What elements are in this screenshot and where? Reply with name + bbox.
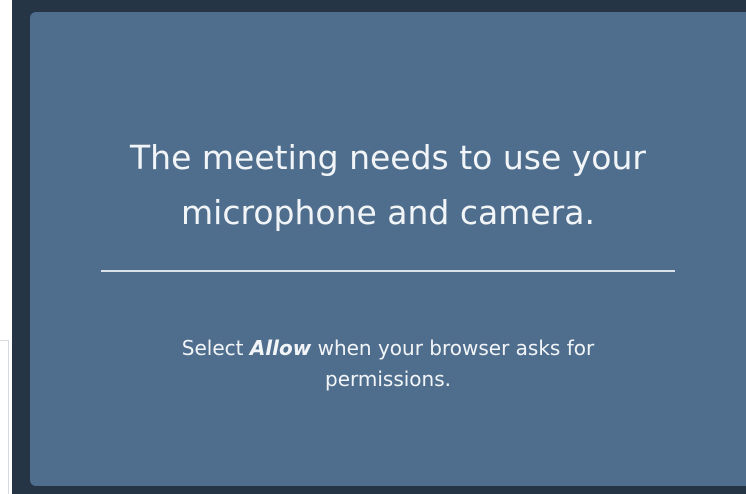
divider — [101, 270, 675, 272]
instruction-allow-emphasis: Allow — [249, 336, 312, 360]
instruction-line-2: permissions. — [325, 367, 451, 391]
instruction-suffix: when your browser asks for — [317, 336, 595, 360]
background-page-fragment — [0, 340, 9, 494]
instruction-prefix: Select — [181, 336, 244, 360]
screen: The meeting needs to use your microphone … — [0, 0, 746, 494]
permission-dialog: The meeting needs to use your microphone … — [30, 12, 746, 486]
permission-instruction: Select Allow when your browser asks for p… — [30, 333, 746, 395]
dialog-title-line-2: microphone and camera. — [181, 193, 595, 232]
dialog-title: The meeting needs to use your microphone … — [30, 130, 746, 240]
dialog-title-line-1: The meeting needs to use your — [130, 138, 646, 177]
